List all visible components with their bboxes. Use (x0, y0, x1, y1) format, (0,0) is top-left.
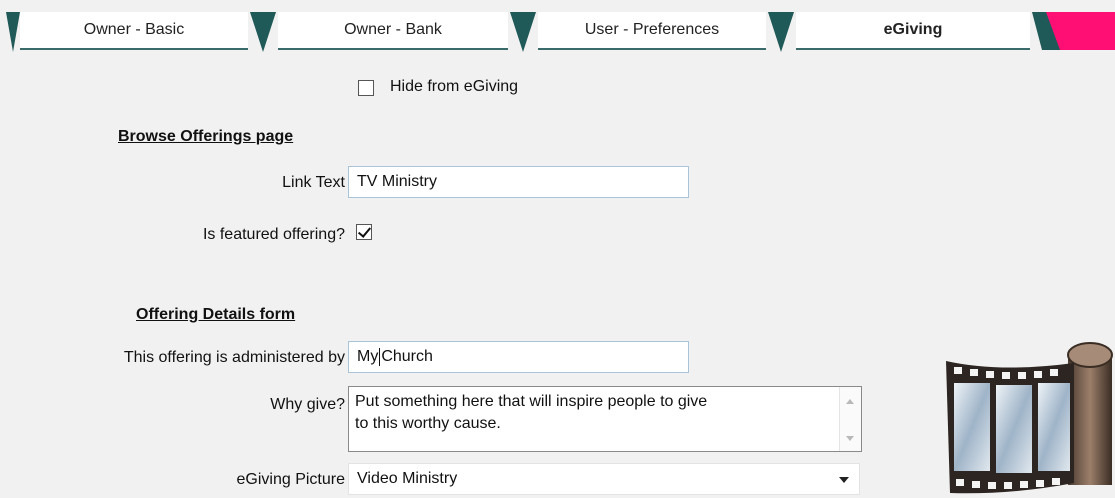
film-reel-icon (946, 342, 1113, 494)
scroll-up-icon[interactable] (846, 399, 854, 404)
administered-by-value-start: My (357, 348, 379, 365)
why-give-line-2: to this worthy cause. (355, 415, 501, 432)
featured-offering-label: Is featured offering? (202, 226, 345, 243)
tab-separator-icon (6, 12, 20, 52)
textarea-scrollbar[interactable] (839, 387, 861, 451)
tab-end-accent (1032, 12, 1115, 50)
tab-separator-icon (510, 12, 536, 52)
tab-egiving[interactable]: eGiving (796, 12, 1030, 50)
why-give-label: Why give? (270, 396, 345, 413)
administered-by-label: This offering is administered by (123, 349, 345, 366)
browse-offerings-heading: Browse Offerings page (118, 128, 294, 145)
tab-label: Owner - Basic (83, 21, 185, 38)
administered-by-value-end: Church (381, 348, 433, 365)
tab-label: Owner - Bank (344, 21, 442, 38)
offering-details-heading: Offering Details form (136, 306, 296, 323)
link-text-value: TV Ministry (357, 173, 437, 190)
tab-owner-bank[interactable]: Owner - Bank (278, 12, 508, 50)
hide-from-egiving-checkbox[interactable] (358, 80, 374, 96)
why-give-line-1: Put something here that will inspire peo… (355, 393, 708, 410)
tab-bar: Owner - Basic Owner - Bank User - Prefer… (0, 0, 1115, 52)
tab-label: eGiving (883, 21, 943, 38)
scroll-down-icon[interactable] (846, 436, 854, 441)
egiving-picture-value: Video Ministry (357, 470, 458, 487)
hide-from-egiving-label: Hide from eGiving (390, 78, 519, 95)
tab-separator-icon (768, 12, 794, 52)
tab-label: User - Preferences (584, 21, 720, 38)
tab-user-preferences[interactable]: User - Preferences (538, 12, 766, 50)
tab-separator-icon (250, 12, 276, 52)
link-text-input[interactable]: TV Ministry (348, 166, 689, 198)
why-give-textarea[interactable]: Put something here that will inspire peo… (348, 386, 862, 452)
text-cursor (379, 348, 381, 366)
chevron-down-icon[interactable] (839, 477, 849, 483)
featured-offering-checkbox[interactable] (356, 224, 372, 240)
egiving-picture-select[interactable]: Video Ministry (348, 463, 860, 495)
tab-owner-basic[interactable]: Owner - Basic (20, 12, 248, 50)
egiving-picture-label: eGiving Picture (236, 471, 346, 488)
link-text-label: Link Text (282, 174, 345, 191)
administered-by-input[interactable]: My Church (348, 341, 689, 373)
